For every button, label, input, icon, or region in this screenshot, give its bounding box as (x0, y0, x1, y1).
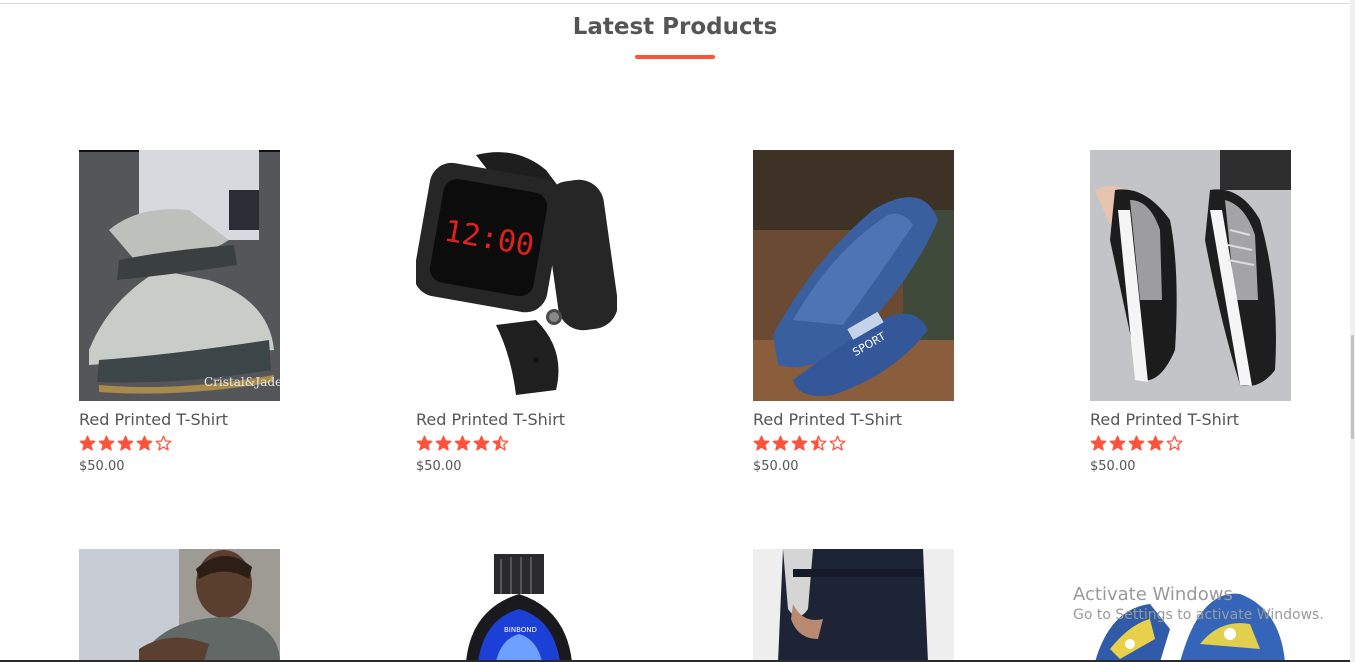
watermark-title: Activate Windows (1073, 584, 1233, 605)
product-price: $50.00 (79, 459, 125, 474)
star-half-icon (492, 435, 509, 451)
star-filled-icon (791, 435, 808, 451)
product-rating (79, 435, 172, 453)
product-card[interactable]: 12:00 Red Printed T-Shirt $50.00 (416, 150, 617, 480)
product-card[interactable]: Red Printed T-Shirt $50.00 (1090, 150, 1291, 480)
star-filled-icon (1090, 435, 1107, 451)
scrollbar[interactable] (1350, 0, 1355, 662)
product-image[interactable] (753, 549, 954, 662)
star-empty-icon (155, 435, 172, 451)
product-card[interactable]: SPORT Red Printed T-Shirt $50.00 (753, 150, 954, 480)
windows-activation-watermark: Activate Windows Go to Settings to activ… (1073, 584, 1324, 623)
product-card[interactable]: Cristal&Jade Red Printed T-Shirt $50.00 (79, 150, 280, 480)
star-filled-icon (1128, 435, 1145, 451)
product-price: $50.00 (1090, 459, 1136, 474)
product-rating (753, 435, 846, 453)
star-filled-icon (98, 435, 115, 451)
star-filled-icon (117, 435, 134, 451)
product-card[interactable] (753, 549, 954, 662)
product-card[interactable] (79, 549, 280, 662)
product-price: $50.00 (416, 459, 462, 474)
product-name[interactable]: Red Printed T-Shirt (753, 410, 902, 429)
star-filled-icon (454, 435, 471, 451)
product-price: $50.00 (753, 459, 799, 474)
top-divider (0, 3, 1352, 4)
star-filled-icon (136, 435, 153, 451)
star-filled-icon (416, 435, 433, 451)
star-empty-icon (829, 435, 846, 451)
star-half-icon (810, 435, 827, 451)
star-filled-icon (753, 435, 770, 451)
product-image[interactable]: SPORT (753, 150, 954, 401)
product-image[interactable]: BINBOND (416, 549, 617, 662)
product-image[interactable] (1090, 150, 1291, 401)
product-rating (1090, 435, 1183, 453)
product-image[interactable]: Cristal&Jade (79, 150, 280, 401)
star-filled-icon (473, 435, 490, 451)
star-filled-icon (772, 435, 789, 451)
product-card[interactable]: BINBOND (416, 549, 617, 662)
star-filled-icon (435, 435, 452, 451)
product-name[interactable]: Red Printed T-Shirt (416, 410, 565, 429)
product-rating (416, 435, 509, 453)
product-name[interactable]: Red Printed T-Shirt (79, 410, 228, 429)
svg-text:Cristal&Jade: Cristal&Jade (204, 375, 280, 389)
watermark-subtitle: Go to Settings to activate Windows. (1073, 607, 1324, 623)
svg-text:BINBOND: BINBOND (504, 626, 537, 634)
product-name[interactable]: Red Printed T-Shirt (1090, 410, 1239, 429)
product-image[interactable] (79, 549, 280, 662)
scrollbar-thumb[interactable] (1351, 335, 1354, 439)
product-image[interactable]: 12:00 (416, 150, 617, 401)
star-empty-icon (1166, 435, 1183, 451)
star-filled-icon (79, 435, 96, 451)
star-filled-icon (1109, 435, 1126, 451)
section-title: Latest Products (572, 14, 778, 40)
star-filled-icon (1147, 435, 1164, 451)
title-underline (635, 55, 715, 59)
